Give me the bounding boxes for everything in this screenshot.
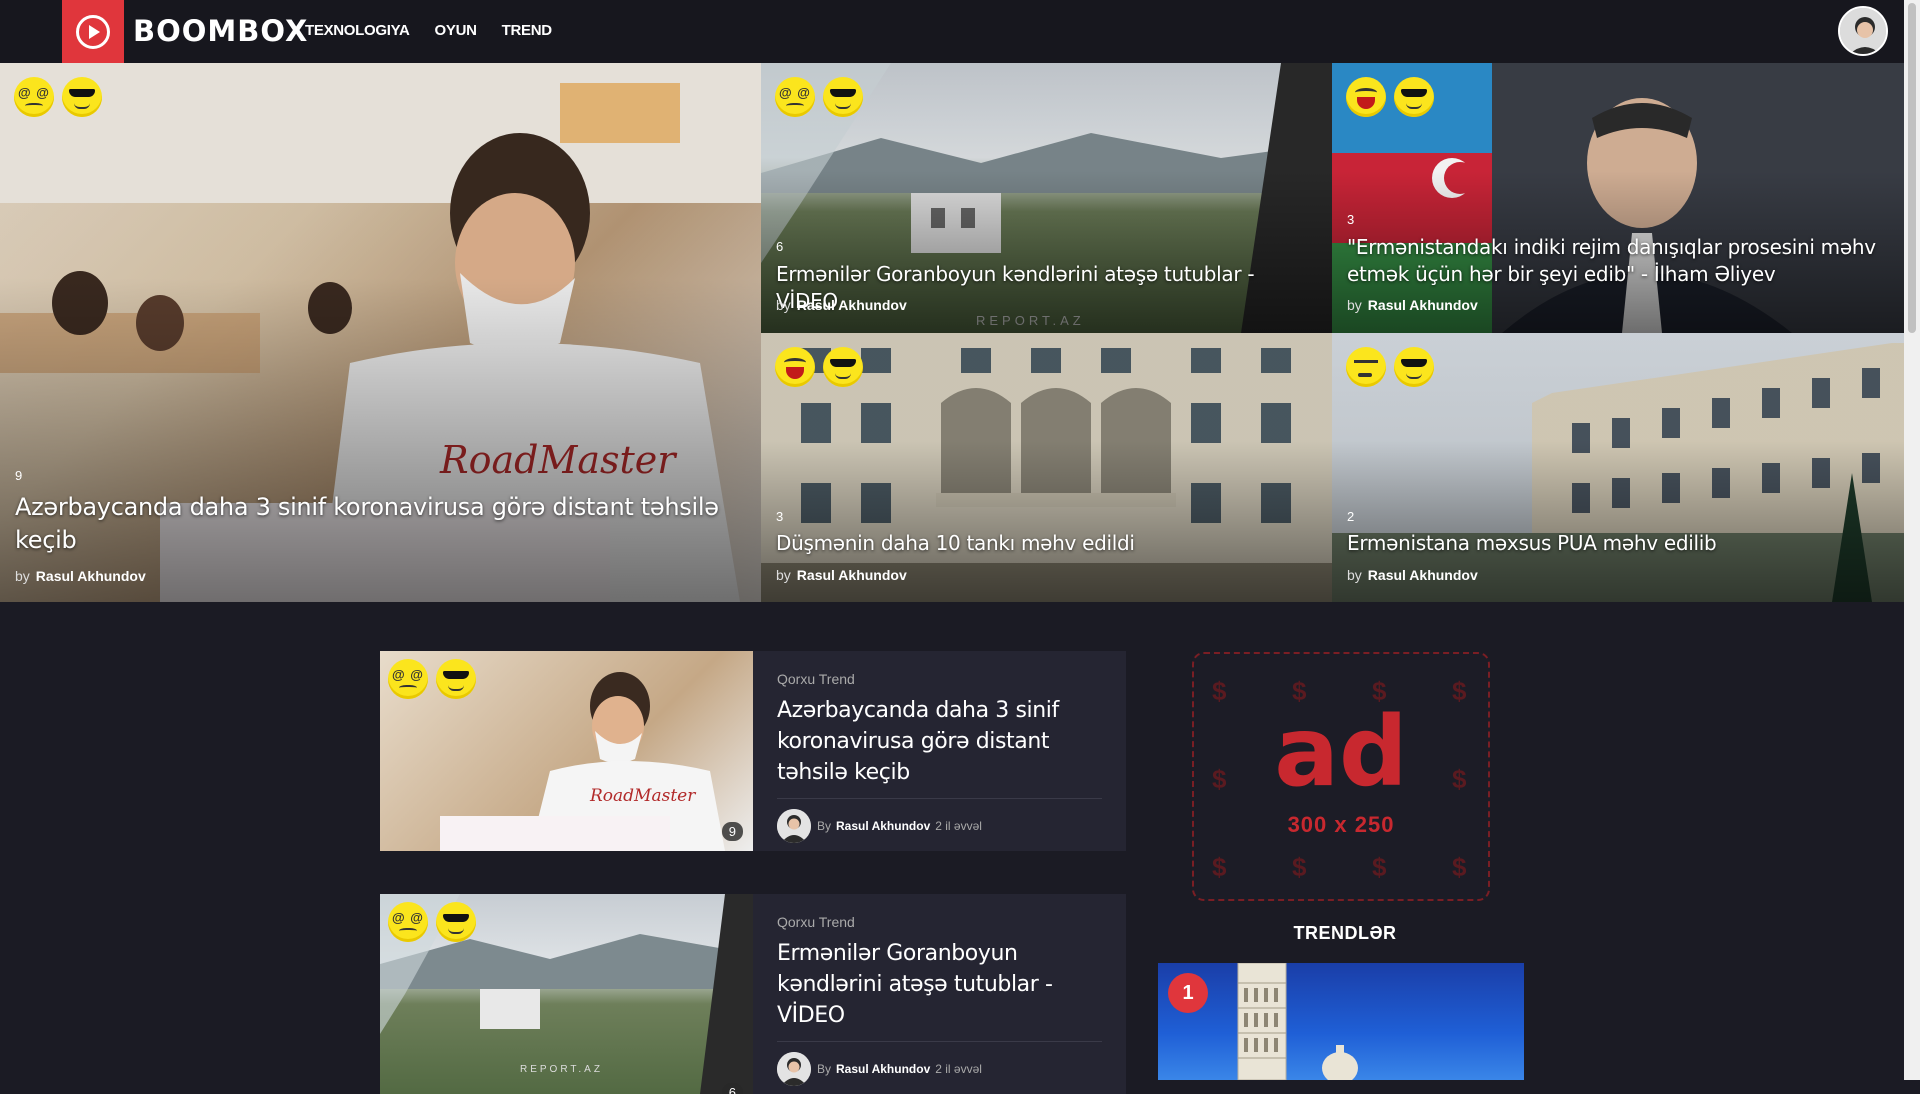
- trending-heading: TRENDLƏR: [1293, 923, 1397, 943]
- post-card[interactable]: REPORT.AZ 6 Qorxu Trend Ermənilər Goranb…: [380, 894, 1126, 1094]
- ad-size: 300 x 250: [1287, 812, 1395, 837]
- main-nav: TEXNOLOGIYA OYUN TREND: [305, 22, 552, 39]
- reaction-emojis: [775, 347, 863, 387]
- post-time: 2 il əvvəl: [935, 1062, 982, 1076]
- cool-emoji-icon[interactable]: [436, 659, 476, 699]
- author-avatar[interactable]: [777, 809, 811, 843]
- post-time: 2 il əvvəl: [935, 819, 982, 833]
- dollar-icon: $: [1212, 852, 1227, 882]
- hero-tile-3[interactable]: 3 "Ermənistandakı indiki rejim danışıqla…: [1332, 63, 1904, 333]
- dollar-icon: $: [1452, 852, 1467, 882]
- ad-label: ad: [1274, 696, 1408, 808]
- top-header: BOOMBOX TEXNOLOGIYA OYUN TREND: [0, 0, 1904, 63]
- hero-title[interactable]: "Ermənistandakı indiki rejim danışıqlar …: [1347, 234, 1884, 288]
- scrollbar-thumb[interactable]: [1908, 3, 1916, 333]
- watermark: REPORT.AZ: [520, 1064, 603, 1075]
- reaction-emojis: [775, 77, 863, 117]
- trending-rank-badge: 1: [1168, 973, 1208, 1013]
- reaction-emojis: [388, 659, 476, 699]
- reaction-emojis: [14, 77, 102, 117]
- post-category[interactable]: Qorxu Trend: [777, 914, 855, 930]
- reaction-emojis: [388, 902, 476, 942]
- dizzy-emoji-icon[interactable]: [388, 659, 428, 699]
- byline: by Rasul Akhundov: [1347, 297, 1478, 313]
- dizzy-emoji-icon[interactable]: [14, 77, 54, 117]
- share-count: 2: [1347, 509, 1355, 524]
- user-avatar[interactable]: [1838, 6, 1888, 56]
- share-count-badge: 9: [721, 822, 743, 841]
- byline: by Rasul Akhundov: [1347, 567, 1478, 583]
- author-link[interactable]: Rasul Akhundov: [1368, 297, 1478, 313]
- dollar-icon: $: [1452, 676, 1467, 706]
- hero-title[interactable]: Düşmənin daha 10 tankı məhv edildi: [776, 530, 1312, 557]
- post-card[interactable]: RoadMaster 9 Qorxu Trend Azərbaycanda da…: [380, 651, 1126, 851]
- trending-item[interactable]: 1: [1158, 963, 1524, 1080]
- author-link[interactable]: Rasul Akhundov: [797, 297, 907, 313]
- hero-tile-4[interactable]: 3 Düşmənin daha 10 tankı məhv edildi by R…: [761, 333, 1332, 602]
- share-count: 9: [15, 468, 23, 483]
- share-count: 3: [776, 509, 784, 524]
- svg-text:RoadMaster: RoadMaster: [589, 786, 696, 806]
- cool-emoji-icon[interactable]: [62, 77, 102, 117]
- cool-emoji-icon[interactable]: [436, 902, 476, 942]
- post-title[interactable]: Azərbaycanda daha 3 sinif koronavirusa g…: [777, 695, 1097, 788]
- post-author: By Rasul Akhundov 2 il əvvəl: [777, 809, 982, 843]
- dizzy-emoji-icon[interactable]: [388, 902, 428, 942]
- post-category[interactable]: Qorxu Trend: [777, 671, 855, 687]
- lol-emoji-icon[interactable]: [1346, 77, 1386, 117]
- post-thumbnail[interactable]: REPORT.AZ 6: [380, 894, 753, 1094]
- nav-item-oyun[interactable]: OYUN: [435, 22, 477, 39]
- nav-item-texnologiya[interactable]: TEXNOLOGIYA: [305, 22, 410, 39]
- hero-tile-main[interactable]: RoadMaster 9 Azərbaycanda daha 3 sinif k…: [0, 63, 761, 602]
- divider: [777, 1041, 1102, 1042]
- hero-title[interactable]: Ermənistana məxsus PUA məhv edilib: [1347, 530, 1884, 557]
- byline: by Rasul Akhundov: [15, 568, 146, 584]
- logo-play-icon[interactable]: [62, 0, 124, 63]
- cool-emoji-icon[interactable]: [1394, 347, 1434, 387]
- wink-emoji-icon[interactable]: [1346, 347, 1386, 387]
- hero-title[interactable]: Azərbaycanda daha 3 sinif koronavirusa g…: [15, 491, 741, 557]
- author-link[interactable]: Rasul Akhundov: [797, 567, 907, 583]
- cool-emoji-icon[interactable]: [823, 347, 863, 387]
- dollar-icon: $: [1212, 676, 1227, 706]
- ad-banner[interactable]: $ $ $ $ $ $ $ $ $ $ ad 300 x 250: [1192, 652, 1490, 901]
- author-link[interactable]: Rasul Akhundov: [836, 819, 930, 833]
- author-link[interactable]: Rasul Akhundov: [836, 1062, 930, 1076]
- divider: [777, 798, 1102, 799]
- share-count: 6: [776, 239, 784, 254]
- author-link[interactable]: Rasul Akhundov: [36, 568, 146, 584]
- reaction-emojis: [1346, 77, 1434, 117]
- author-link[interactable]: Rasul Akhundov: [1368, 567, 1478, 583]
- byline: by Rasul Akhundov: [776, 567, 907, 583]
- page-scrollbar[interactable]: [1904, 0, 1920, 1080]
- post-title[interactable]: Ermənilər Goranboyun kəndlərini atəşə tu…: [777, 938, 1097, 1031]
- post-author: By Rasul Akhundov 2 il əvvəl: [777, 1052, 982, 1086]
- byline: by Rasul Akhundov: [776, 297, 907, 313]
- reaction-emojis: [1346, 347, 1434, 387]
- share-count-badge: 6: [721, 1083, 743, 1094]
- hero-tile-5[interactable]: 2 Ermənistana məxsus PUA məhv edilib by R…: [1332, 333, 1904, 602]
- dollar-icon: $: [1372, 852, 1387, 882]
- author-avatar[interactable]: [777, 1052, 811, 1086]
- dizzy-emoji-icon[interactable]: [775, 77, 815, 117]
- nav-item-trend[interactable]: TREND: [502, 22, 552, 39]
- hero-tile-2[interactable]: REPORT.AZ 6 Ermənilər Goranboyun kəndlər…: [761, 63, 1332, 333]
- site-logo-text[interactable]: BOOMBOX: [133, 14, 308, 48]
- trending-image: [1237, 963, 1358, 1080]
- lol-emoji-icon[interactable]: [775, 347, 815, 387]
- share-count: 3: [1347, 212, 1355, 227]
- cool-emoji-icon[interactable]: [1394, 77, 1434, 117]
- cool-emoji-icon[interactable]: [823, 77, 863, 117]
- dollar-icon: $: [1292, 852, 1307, 882]
- post-thumbnail[interactable]: RoadMaster 9: [380, 651, 753, 851]
